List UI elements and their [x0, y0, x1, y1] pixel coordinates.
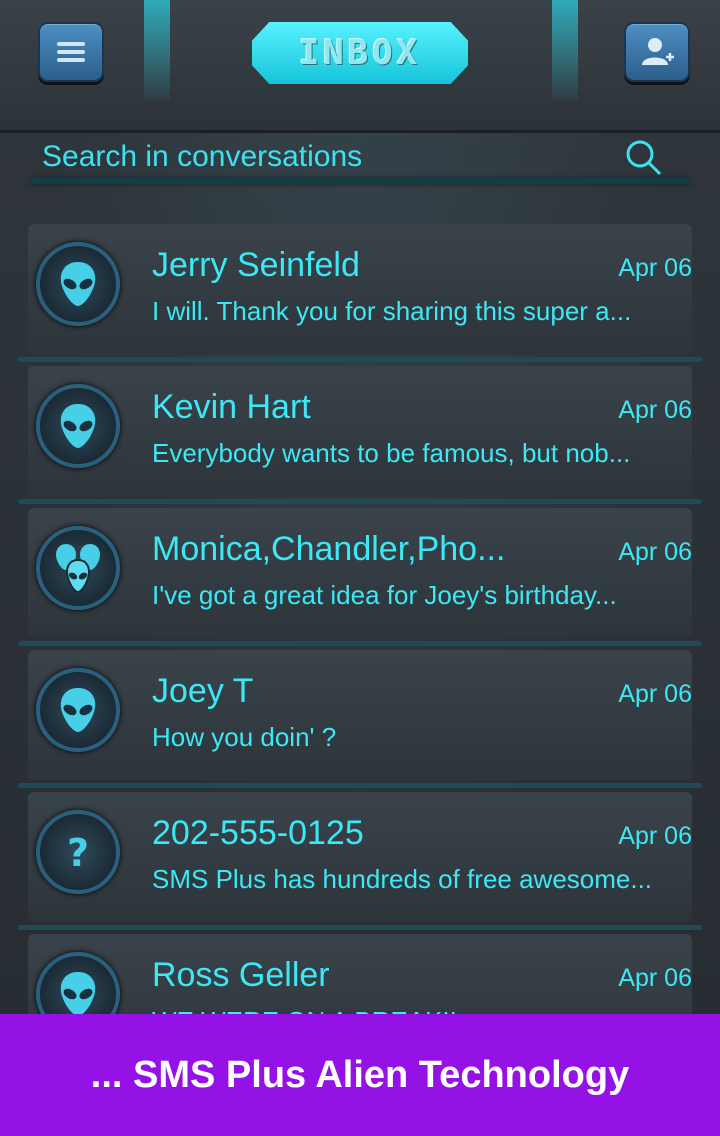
app-header: INBOX	[0, 0, 720, 133]
contact-name: Monica,Chandler,Pho...	[152, 530, 506, 568]
alien-icon	[60, 404, 96, 448]
avatar	[36, 526, 120, 610]
inbox-title-text: INBOX	[298, 33, 422, 73]
message-date: Apr 06	[618, 680, 692, 708]
contact-name: 202-555-0125	[152, 814, 364, 852]
alien-group-icon	[56, 544, 100, 594]
promo-banner[interactable]: ... SMS Plus Alien Technology	[0, 1014, 720, 1136]
message-date: Apr 06	[618, 254, 692, 282]
message-preview: Everybody wants to be famous, but nob...	[152, 438, 631, 468]
message-preview: How you doin' ?	[152, 722, 337, 752]
unknown-contact-icon: ?	[67, 831, 89, 875]
contact-name: Ross Geller	[152, 956, 330, 994]
conversation-item[interactable]: Joey T Apr 06 How you doin' ?	[18, 650, 702, 788]
alien-icon	[60, 262, 96, 306]
message-date: Apr 06	[618, 396, 692, 424]
message-date: Apr 06	[618, 964, 692, 992]
inbox-title: INBOX	[252, 22, 468, 84]
avatar	[36, 668, 120, 752]
search-icon[interactable]	[624, 138, 664, 178]
conversation-item[interactable]: Jerry Seinfeld Apr 06 I will. Thank you …	[18, 224, 702, 362]
search-bar[interactable]: Search in conversations	[20, 134, 700, 194]
search-input[interactable]: Search in conversations	[42, 140, 362, 174]
conversation-item[interactable]: Kevin Hart Apr 06 Everybody wants to be …	[18, 366, 702, 504]
contact-name: Jerry Seinfeld	[152, 246, 360, 284]
message-date: Apr 06	[618, 822, 692, 850]
conversation-item[interactable]: Monica,Chandler,Pho... Apr 06 I've got a…	[18, 508, 702, 646]
avatar	[36, 242, 120, 326]
avatar	[36, 384, 120, 468]
alien-icon	[60, 972, 96, 1016]
promo-banner-text: ... SMS Plus Alien Technology	[90, 1053, 630, 1096]
hamburger-icon	[57, 42, 85, 62]
search-divider	[30, 178, 690, 184]
contact-name: Joey T	[152, 672, 254, 710]
contact-name: Kevin Hart	[152, 388, 311, 426]
message-date: Apr 06	[618, 538, 692, 566]
alien-icon	[60, 688, 96, 732]
message-preview: I will. Thank you for sharing this super…	[152, 296, 632, 326]
add-contact-icon	[642, 38, 674, 65]
svg-text:?: ?	[67, 831, 89, 875]
menu-button[interactable]	[38, 22, 104, 82]
message-preview: I've got a great idea for Joey's birthda…	[152, 580, 617, 610]
add-contact-button[interactable]	[624, 22, 690, 82]
message-preview: SMS Plus has hundreds of free awesome...	[152, 864, 653, 894]
avatar: ?	[36, 810, 120, 894]
conversation-item[interactable]: ? 202-555-0125 Apr 06 SMS Plus has hundr…	[18, 792, 702, 930]
